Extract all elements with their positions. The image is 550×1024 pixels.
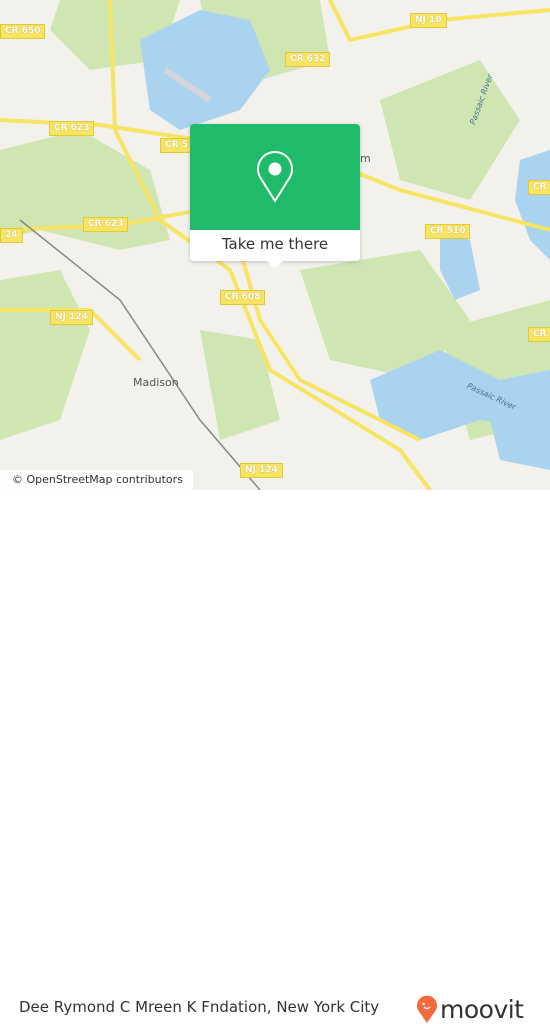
destination-popup: Take me there	[190, 124, 360, 269]
road-shield: CR 650	[0, 24, 46, 39]
road-shield: CR 608	[220, 290, 266, 305]
road-shield: CR 623	[83, 217, 129, 232]
road-shield: CR 510	[425, 224, 471, 239]
take-me-there-button[interactable]: Take me there	[190, 230, 360, 261]
moovit-logo-text: moovit	[440, 994, 524, 1024]
road-shield: CR 632	[285, 52, 331, 67]
road-shield: NJ 124	[50, 310, 93, 325]
place-label: m	[360, 152, 371, 165]
road-shield: CR 5	[160, 138, 193, 153]
road-shield: NJ 10	[410, 13, 447, 28]
road-shield: NJ 124	[240, 463, 283, 478]
footer: Dee Rymond C Mreen K Fndation, New York …	[0, 490, 550, 1024]
road-shield: 24	[0, 228, 23, 243]
road-shield: CR	[528, 327, 550, 342]
place-label: Madison	[133, 376, 179, 389]
destination-title: Dee Rymond C Mreen K Fndation, New York …	[19, 998, 380, 1016]
moovit-pin-icon	[417, 995, 437, 1023]
map-attribution[interactable]: © OpenStreetMap contributors	[0, 470, 193, 490]
road-shield: CR 623	[49, 121, 95, 136]
location-pin-icon	[257, 151, 293, 203]
map[interactable]: CR 650 NJ 10 CR 632 CR 623 CR 5 CR 623 2…	[0, 0, 550, 490]
road-shield: CR	[528, 180, 550, 195]
moovit-logo: moovit	[416, 994, 524, 1024]
